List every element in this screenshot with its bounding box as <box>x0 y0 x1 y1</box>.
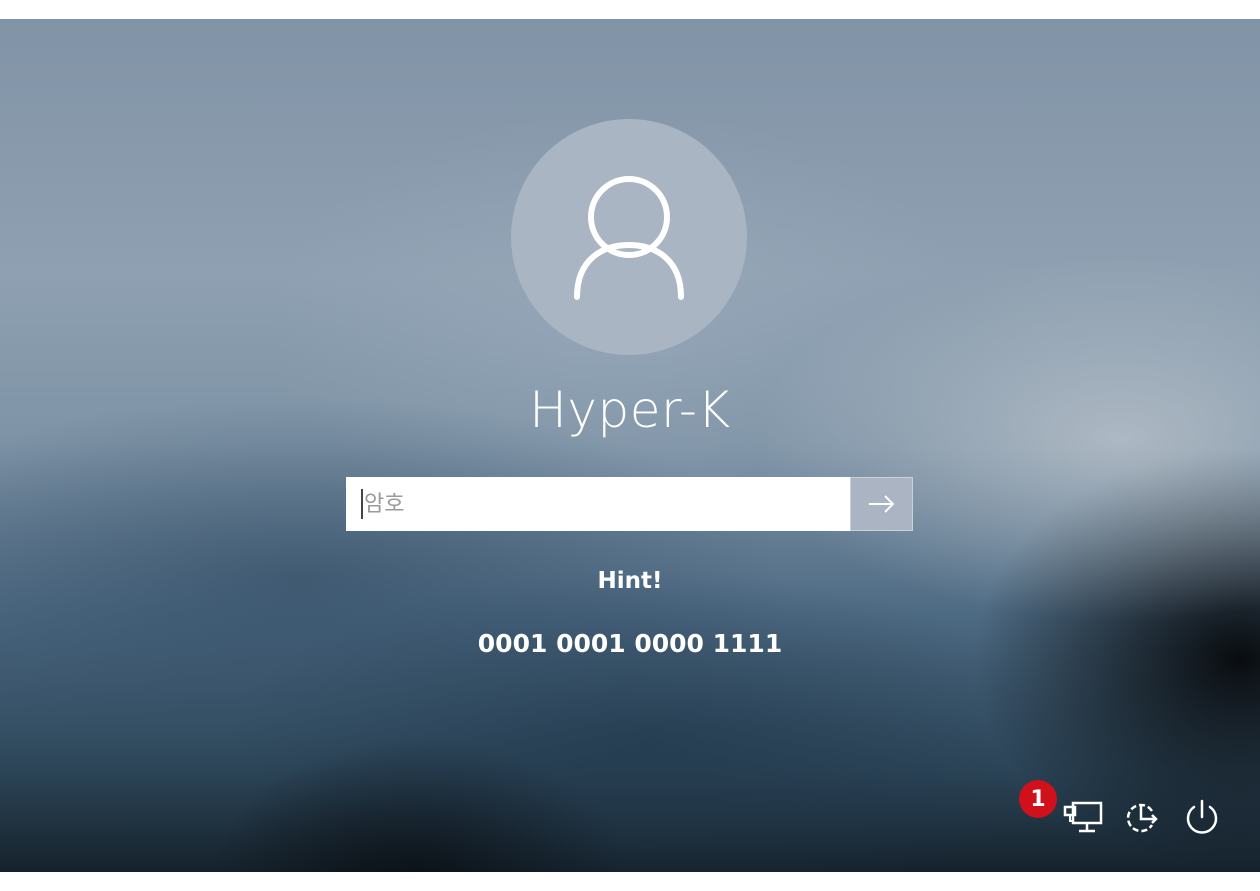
arrow-right-icon <box>868 495 894 513</box>
network-button[interactable] <box>1063 797 1103 837</box>
user-icon <box>574 176 684 300</box>
hint-text: 0001 0001 0000 1111 <box>477 629 783 658</box>
annotation-badge: 1 <box>1019 780 1057 818</box>
text-caret <box>361 489 363 519</box>
network-icon <box>1063 801 1103 833</box>
lock-screen: Hyper-K Hint! 0001 0001 0000 1111 1 <box>0 19 1260 872</box>
hint-title: Hint! <box>597 568 663 594</box>
submit-button[interactable] <box>850 477 913 531</box>
password-box <box>346 477 913 531</box>
power-button[interactable] <box>1182 797 1222 837</box>
avatar <box>511 119 747 355</box>
username: Hyper-K <box>529 381 731 439</box>
password-input[interactable] <box>346 477 850 531</box>
ease-of-access-icon <box>1126 803 1158 833</box>
power-icon <box>1186 799 1218 834</box>
ease-of-access-button[interactable] <box>1122 797 1162 837</box>
